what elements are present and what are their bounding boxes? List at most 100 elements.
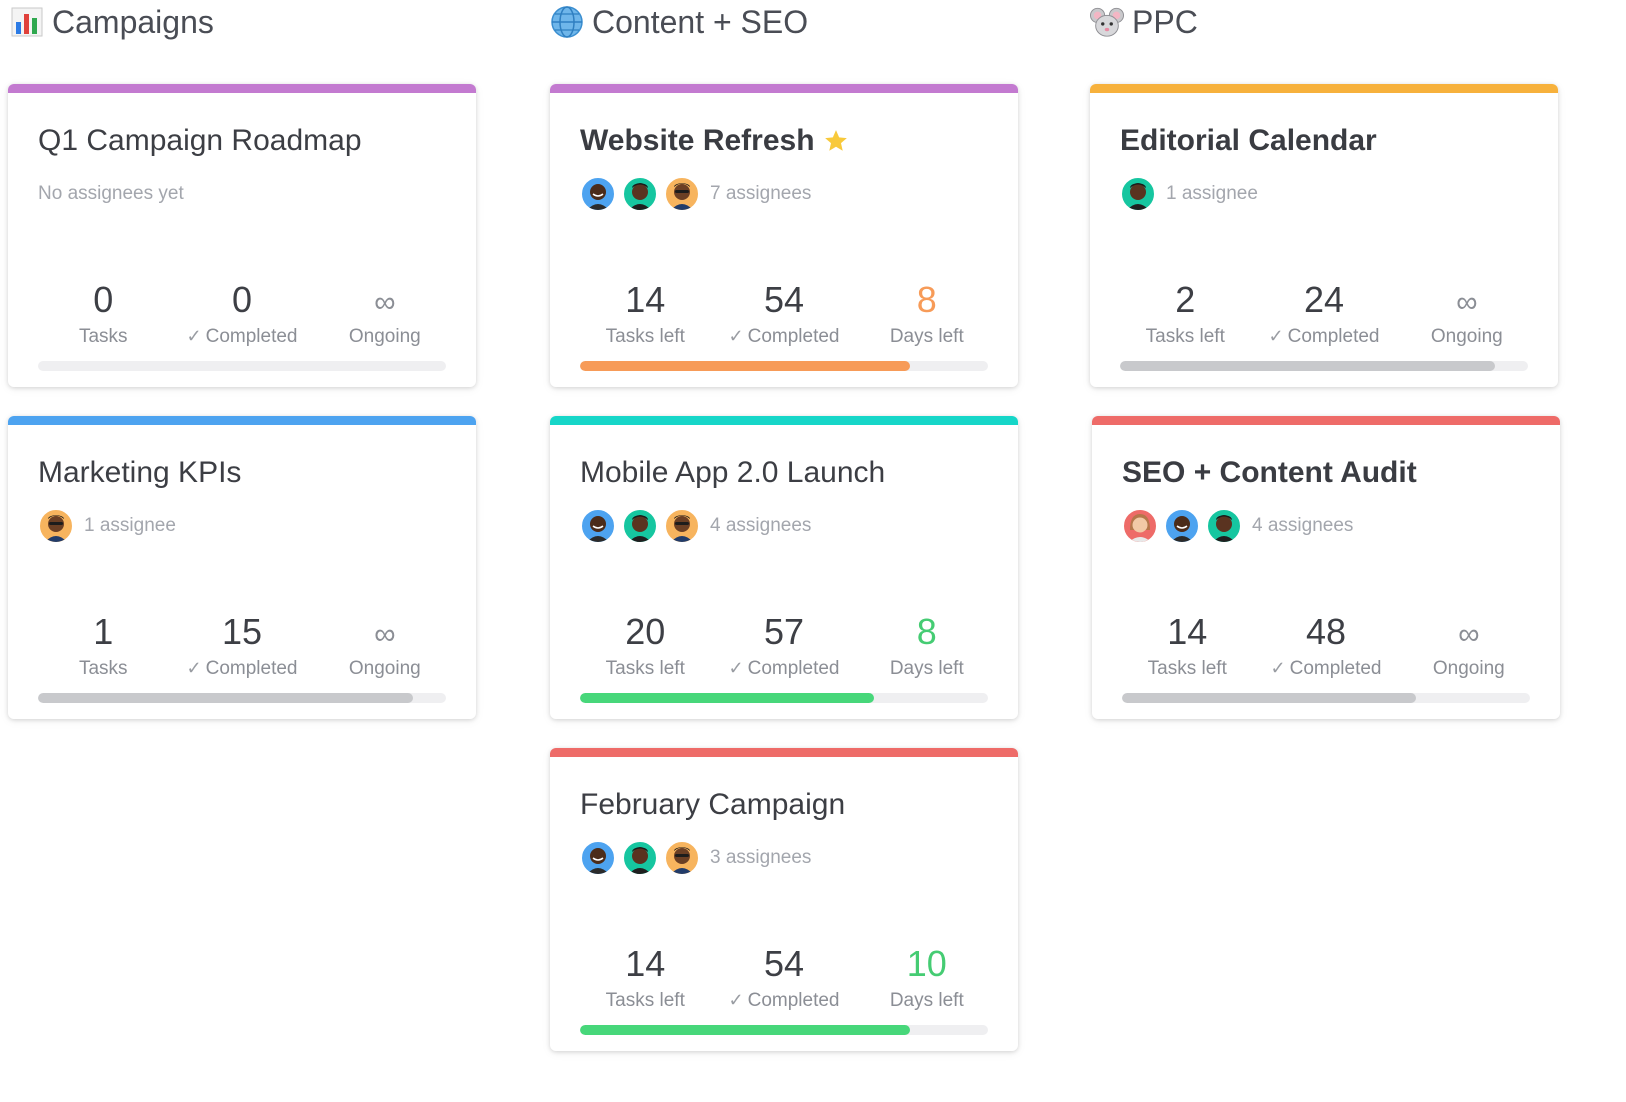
progress-bar: [1122, 693, 1530, 703]
card-title[interactable]: Marketing KPIs: [38, 456, 241, 490]
stat-label: Completed: [205, 326, 298, 347]
progress-bar: [580, 693, 988, 703]
project-card-editorial-calendar[interactable]: Editorial Calendar 1 assignee 2 Tasks le…: [1090, 84, 1558, 387]
check-icon: ✓: [1268, 326, 1284, 346]
card-title[interactable]: February Campaign: [580, 788, 845, 822]
card-title[interactable]: SEO + Content Audit: [1122, 456, 1417, 490]
check-icon: ✓: [1270, 658, 1286, 678]
project-card-mobile-app-launch[interactable]: Mobile App 2.0 Launch 4 assignees 20 Tas…: [550, 416, 1018, 719]
progress-fill: [580, 693, 874, 703]
stat-days-left: 8 Days left: [842, 280, 1012, 348]
assignee-group[interactable]: 4 assignees: [1122, 506, 1353, 546]
card-stats: 14 Tasks left 54 ✓ Completed 10 Days left: [580, 944, 988, 1024]
progress-fill: [580, 361, 911, 371]
check-icon: ✓: [186, 658, 202, 678]
stat-label: Completed: [1289, 658, 1382, 679]
column-header-campaigns: Campaigns: [10, 0, 214, 44]
avatar: [664, 176, 700, 212]
progress-bar: [38, 361, 446, 371]
card-color-bar: [1090, 84, 1558, 93]
avatar: [580, 508, 616, 544]
infinity-icon: ∞: [374, 286, 396, 319]
card-color-bar: [550, 416, 1018, 425]
stat-label: Completed: [747, 658, 840, 679]
stat-ongoing: ∞ Ongoing: [300, 280, 470, 348]
mouse-face-icon: [1090, 5, 1124, 39]
card-stats: 0 Tasks 0 ✓ Completed ∞ Ongoing: [38, 280, 446, 360]
card-title[interactable]: Q1 Campaign Roadmap: [38, 124, 362, 158]
column-header-ppc: PPC: [1090, 0, 1198, 44]
column-title: Campaigns: [52, 3, 214, 40]
progress-fill: [1120, 361, 1496, 371]
stat-label: Days left: [889, 658, 964, 679]
avatar: [622, 508, 658, 544]
assignee-count: 7 assignees: [710, 183, 812, 204]
card-color-bar: [550, 84, 1018, 93]
card-stats: 14 Tasks left 48 ✓ Completed ∞ Ongoing: [1122, 612, 1530, 692]
project-card-website-refresh[interactable]: Website Refresh 7 assignees 14 Tasks lef…: [550, 84, 1018, 387]
stat-label: Ongoing: [1432, 658, 1505, 679]
assignee-group[interactable]: 7 assignees: [580, 174, 811, 214]
infinity-icon: ∞: [374, 618, 396, 651]
card-title[interactable]: Editorial Calendar: [1120, 124, 1377, 158]
stat-ongoing: ∞ Ongoing: [1382, 280, 1552, 348]
stat-label: Days left: [889, 990, 964, 1011]
bar-chart-icon: [10, 5, 44, 39]
progress-bar: [1120, 361, 1528, 371]
card-title[interactable]: Website Refresh: [580, 124, 849, 158]
progress-fill: [38, 693, 414, 703]
avatar: [1122, 508, 1158, 544]
infinity-icon: ∞: [1458, 618, 1480, 651]
assignee-group[interactable]: 3 assignees: [580, 838, 811, 878]
stat-label: Ongoing: [348, 658, 421, 679]
assignee-group[interactable]: 1 assignee: [38, 506, 176, 546]
stat-value: 8: [916, 279, 937, 320]
assignee-count: 4 assignees: [1252, 515, 1354, 536]
column-title: Content + SEO: [592, 3, 809, 40]
assignee-group[interactable]: 1 assignee: [1120, 174, 1258, 214]
progress-bar: [580, 1025, 988, 1035]
progress-bar: [580, 361, 988, 371]
avatar: [664, 840, 700, 876]
globe-icon: [550, 5, 584, 39]
progress-fill: [1122, 693, 1416, 703]
card-stats: 20 Tasks left 57 ✓ Completed 8 Days left: [580, 612, 988, 692]
check-icon: ✓: [728, 990, 744, 1010]
assignee-count: 4 assignees: [710, 515, 812, 536]
card-color-bar: [1092, 416, 1560, 425]
assignee-count: No assignees yet: [38, 183, 184, 204]
column-header-content-seo: Content + SEO: [550, 0, 808, 44]
column-title: PPC: [1132, 3, 1198, 40]
stat-label: Completed: [747, 990, 840, 1011]
progress-bar: [38, 693, 446, 703]
stat-days-left: 10 Days left: [842, 944, 1012, 1012]
stat-label: Ongoing: [1430, 326, 1503, 347]
avatar: [580, 176, 616, 212]
card-stats: 1 Tasks 15 ✓ Completed ∞ Ongoing: [38, 612, 446, 692]
assignee-group[interactable]: 4 assignees: [580, 506, 811, 546]
avatar: [1206, 508, 1242, 544]
project-card-marketing-kpis[interactable]: Marketing KPIs 1 assignee 1 Tasks 15 ✓ Co…: [8, 416, 476, 719]
stat-value: 8: [916, 611, 937, 652]
check-icon: ✓: [186, 326, 202, 346]
assignee-count: 3 assignees: [710, 847, 812, 868]
project-card-seo-content-audit[interactable]: SEO + Content Audit 4 assignees 14 Tasks…: [1092, 416, 1560, 719]
stat-value: 10: [906, 943, 947, 984]
card-stats: 14 Tasks left 54 ✓ Completed 8 Days left: [580, 280, 988, 360]
card-title[interactable]: Mobile App 2.0 Launch: [580, 456, 885, 490]
check-icon: ✓: [728, 326, 744, 346]
avatar: [1120, 176, 1156, 212]
check-icon: ✓: [728, 658, 744, 678]
star-icon[interactable]: [823, 128, 849, 154]
stat-label: Completed: [1287, 326, 1380, 347]
infinity-icon: ∞: [1456, 286, 1478, 319]
assignee-group: No assignees yet: [38, 174, 184, 214]
avatar: [580, 840, 616, 876]
stat-days-left: 8 Days left: [842, 612, 1012, 680]
project-card-february-campaign[interactable]: February Campaign 3 assignees 14 Tasks l…: [550, 748, 1018, 1051]
project-card-q1-campaign-roadmap[interactable]: Q1 Campaign Roadmap No assignees yet 0 T…: [8, 84, 476, 387]
avatar: [1164, 508, 1200, 544]
stat-label: Days left: [889, 326, 964, 347]
card-color-bar: [8, 416, 476, 425]
progress-fill: [580, 1025, 911, 1035]
